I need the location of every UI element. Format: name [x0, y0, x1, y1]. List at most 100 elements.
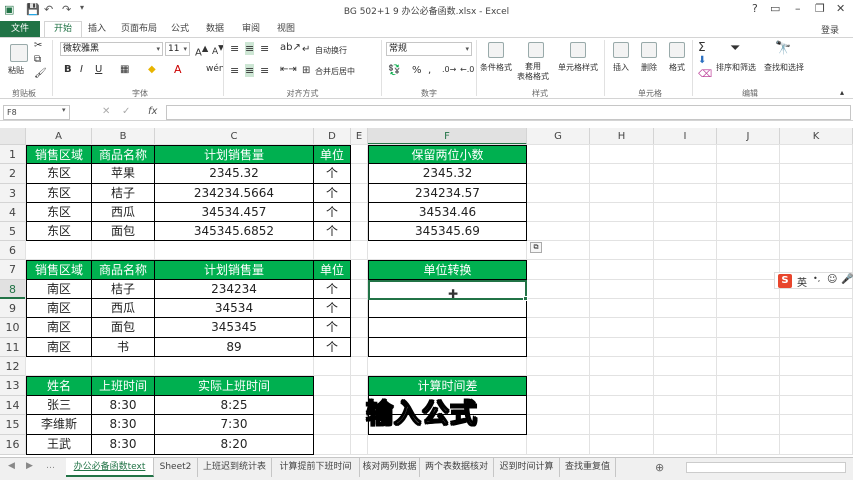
cancel-icon[interactable]: ✕: [102, 106, 110, 117]
insert-cells-button[interactable]: 插入: [613, 62, 629, 73]
sheet-tab[interactable]: 迟到时间计算: [494, 458, 560, 477]
find-select-button[interactable]: 查找和选择: [764, 62, 804, 73]
row-header-2[interactable]: 2: [0, 164, 26, 184]
grow-font-icon[interactable]: A▲: [195, 43, 208, 58]
name-box[interactable]: F8: [3, 105, 70, 120]
table-cell[interactable]: 东区: [26, 203, 92, 222]
table-cell[interactable]: 南区: [26, 299, 92, 318]
sheet-tab[interactable]: 办公必备函数text: [66, 458, 154, 477]
table-header-cell[interactable]: 计划销售量: [155, 260, 314, 280]
tab-file[interactable]: 文件: [0, 21, 40, 37]
row-header-11[interactable]: 11: [0, 338, 26, 357]
table-cell[interactable]: 东区: [26, 164, 92, 184]
sheet-tab[interactable]: Sheet2: [154, 458, 198, 477]
table-cell[interactable]: 张三: [26, 396, 92, 415]
delete-cells-icon[interactable]: [641, 42, 657, 58]
table-cell[interactable]: 李维斯: [26, 415, 92, 435]
increase-decimal-icon[interactable]: .0→: [442, 65, 456, 74]
row-header-1[interactable]: 1: [0, 145, 26, 164]
table-cell[interactable]: 234234: [155, 280, 314, 299]
enter-icon[interactable]: ✓: [122, 106, 130, 117]
table-cell[interactable]: 个: [314, 318, 351, 338]
row-header-16[interactable]: 16: [0, 435, 26, 455]
restore-icon[interactable]: ❐: [815, 2, 825, 15]
find-select-icon[interactable]: 🔭: [775, 41, 791, 56]
insert-cells-icon[interactable]: [613, 42, 629, 58]
table-header-cell[interactable]: 实际上班时间: [155, 376, 314, 396]
table-cell[interactable]: 东区: [26, 184, 92, 203]
indent-icon[interactable]: ⇤⇥: [280, 64, 297, 75]
tab-data[interactable]: 数据: [200, 22, 230, 37]
merge-center-button[interactable]: 合并后居中: [315, 66, 355, 77]
table-cell[interactable]: 个: [314, 164, 351, 184]
table-cell[interactable]: 个: [314, 203, 351, 222]
table-cell[interactable]: 8:30: [92, 415, 155, 435]
new-sheet-icon[interactable]: ⊕: [655, 461, 664, 474]
table-header-cell[interactable]: 单位: [314, 260, 351, 280]
table-cell[interactable]: 2345.32: [155, 164, 314, 184]
phonetic-icon[interactable]: wén: [206, 64, 225, 74]
table-cell[interactable]: 桔子: [92, 280, 155, 299]
table-header-cell[interactable]: 商品名称: [92, 145, 155, 164]
orientation-icon[interactable]: ab↗: [280, 42, 301, 53]
sheet-tab[interactable]: 核对两列数据: [360, 458, 420, 477]
table-header-cell[interactable]: 姓名: [26, 376, 92, 396]
sheet-tab[interactable]: 上班迟到统计表: [198, 458, 272, 477]
prev-sheet-icon[interactable]: ◀: [8, 461, 15, 471]
column-header-h[interactable]: H: [590, 128, 654, 145]
column-header-i[interactable]: I: [654, 128, 717, 145]
column-header-j[interactable]: J: [717, 128, 780, 145]
autosum-icon[interactable]: Σ: [698, 40, 706, 54]
column-header-f[interactable]: F: [368, 128, 527, 145]
column-header-a[interactable]: A: [26, 128, 92, 145]
cut-icon[interactable]: ✂: [34, 40, 42, 51]
clear-icon[interactable]: ⌫: [698, 69, 712, 80]
table-header-cell[interactable]: 保留两位小数: [368, 145, 527, 164]
table-header-cell[interactable]: 单位转换: [368, 260, 527, 280]
row-header-8[interactable]: 8: [0, 280, 26, 299]
table-header-cell[interactable]: 单位: [314, 145, 351, 164]
ime-lang[interactable]: 英: [797, 274, 807, 289]
table-cell[interactable]: 书: [92, 338, 155, 357]
column-header-d[interactable]: D: [314, 128, 351, 145]
insert-function-icon[interactable]: fx: [148, 106, 157, 117]
table-header-cell[interactable]: 销售区域: [26, 145, 92, 164]
align-bottom-icon[interactable]: ≡: [260, 42, 269, 55]
row-header-4[interactable]: 4: [0, 203, 26, 222]
conditional-format-button[interactable]: 条件格式: [480, 62, 512, 73]
ime-toolbar[interactable]: S 英 •, ☺ 🎤: [774, 272, 853, 289]
column-header-e[interactable]: E: [351, 128, 368, 145]
table-cell[interactable]: 345345.6852: [155, 222, 314, 241]
align-middle-icon[interactable]: ≡: [245, 42, 255, 55]
formula-input[interactable]: [166, 105, 851, 120]
font-color-icon[interactable]: A: [174, 63, 182, 76]
table-cell[interactable]: 面包: [92, 222, 155, 241]
align-center-icon[interactable]: ≡: [245, 64, 255, 77]
column-header-b[interactable]: B: [92, 128, 155, 145]
select-all-corner[interactable]: [0, 128, 26, 145]
table-cell[interactable]: 个: [314, 280, 351, 299]
row-header-12[interactable]: 12: [0, 357, 26, 376]
font-name-select[interactable]: 微软雅黑 ▾: [60, 42, 163, 56]
table-cell[interactable]: 34534: [155, 299, 314, 318]
cell-styles-button[interactable]: 单元格样式: [558, 62, 598, 73]
align-right-icon[interactable]: ≡: [260, 64, 269, 77]
table-cell[interactable]: [368, 318, 527, 338]
wrap-text-icon[interactable]: ↵: [302, 44, 310, 55]
table-cell[interactable]: 个: [314, 338, 351, 357]
align-top-icon[interactable]: ≡: [230, 42, 239, 55]
decrease-decimal-icon[interactable]: ←.0: [460, 65, 474, 74]
format-cells-icon[interactable]: [669, 42, 685, 58]
next-sheet-icon[interactable]: ▶: [26, 461, 33, 471]
column-header-c[interactable]: C: [155, 128, 314, 145]
row-header-15[interactable]: 15: [0, 415, 26, 435]
fill-color-icon[interactable]: ◆: [148, 64, 156, 75]
currency-icon[interactable]: 💱: [388, 65, 400, 76]
comma-icon[interactable]: ,: [428, 65, 431, 76]
sheet-tab[interactable]: 计算提前下班时间: [272, 458, 360, 477]
table-cell[interactable]: 34534.457: [155, 203, 314, 222]
border-icon[interactable]: ▦: [120, 64, 129, 75]
table-cell[interactable]: 8:30: [92, 396, 155, 415]
sheet-tab[interactable]: 查找重复值: [560, 458, 616, 477]
bold-icon[interactable]: B: [64, 64, 72, 75]
